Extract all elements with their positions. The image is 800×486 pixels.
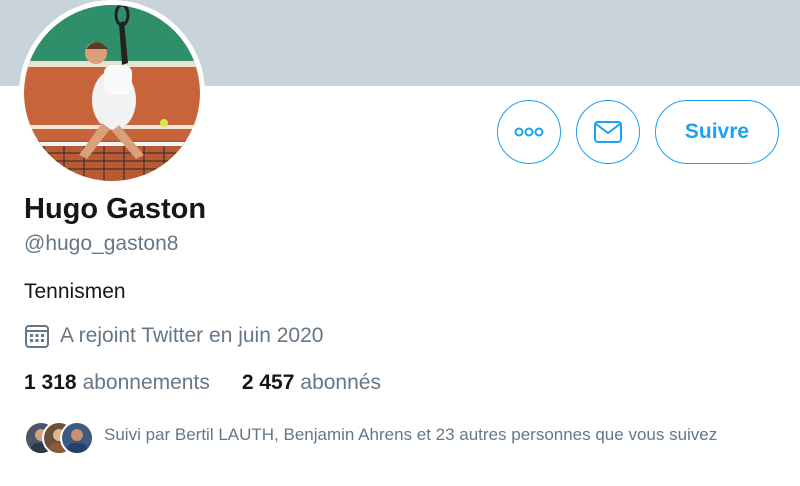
following-label: abonnements <box>82 371 210 394</box>
followed-by[interactable]: Suivi par Bertil LAUTH, Benjamin Ahrens … <box>24 421 764 455</box>
followers-stat[interactable]: 2 457 abonnés <box>242 371 381 395</box>
avatar-photo <box>24 5 200 181</box>
following-stat[interactable]: 1 318 abonnements <box>24 371 210 395</box>
message-button[interactable] <box>576 100 640 164</box>
followers-label: abonnés <box>300 371 381 394</box>
profile-handle: @hugo_gaston8 <box>24 232 179 255</box>
joined-date: A rejoint Twitter en juin 2020 <box>24 323 323 349</box>
more-options-button[interactable] <box>497 100 561 164</box>
more-horizontal-icon <box>514 127 544 137</box>
profile-avatar[interactable] <box>19 0 205 186</box>
followers-count: 2 457 <box>241 371 295 394</box>
follow-button-label: Suivre <box>684 120 750 143</box>
profile-bio: Tennismen <box>24 280 126 303</box>
envelope-icon <box>594 121 622 143</box>
following-count: 1 318 <box>24 371 77 394</box>
follow-button[interactable]: Suivre <box>655 100 779 164</box>
profile-stats: 1 318 abonnements 2 457 abonnés <box>24 371 413 395</box>
follower-avatar <box>60 421 94 455</box>
follower-avatars <box>24 421 94 455</box>
profile-page: Suivre Hugo Gaston @hugo_gaston8 Tennism… <box>0 0 800 486</box>
joined-text: A rejoint Twitter en juin 2020 <box>60 324 324 347</box>
followed-by-text: Suivi par Bertil LAUTH, Benjamin Ahrens … <box>104 425 718 444</box>
tennis-player-photo <box>24 5 200 181</box>
profile-name: Hugo Gaston <box>24 193 207 225</box>
calendar-icon <box>25 325 49 348</box>
